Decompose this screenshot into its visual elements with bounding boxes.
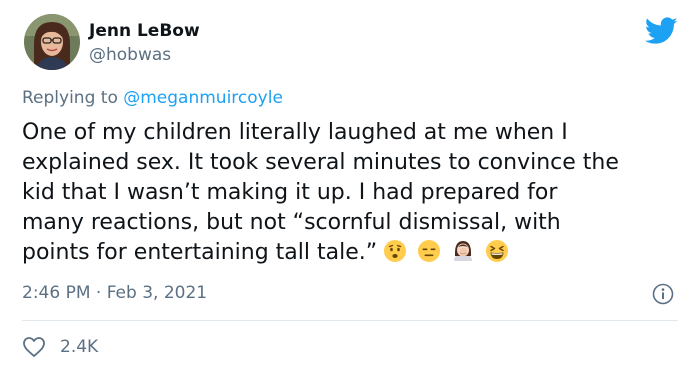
tweet-text: One of my children literally laughed at …: [22, 118, 687, 272]
divider: [22, 320, 678, 321]
info-icon[interactable]: [652, 283, 674, 305]
heart-outline-icon: [23, 337, 45, 357]
tweet-timestamp[interactable]: 2:46 PM · Feb 3, 2021: [22, 283, 207, 303]
expressionless-face-icon: [418, 240, 441, 262]
tweet-text-line: explained sex. It took several minutes t…: [22, 150, 619, 175]
tweet-text-line: kid that I wasn’t making it up. I had pr…: [22, 180, 558, 205]
author-handle[interactable]: @hobwas: [89, 45, 171, 65]
like-count: 2.4K: [60, 337, 99, 357]
tweet-card: Jenn LeBow @hobwas Replying to @meganmui…: [0, 0, 700, 373]
worried-face-icon: [384, 240, 407, 262]
reply-mention-link[interactable]: @meganmuircoyle: [123, 88, 283, 108]
reply-prefix: Replying to: [22, 88, 118, 108]
twitter-bird-icon[interactable]: [644, 17, 678, 45]
author-display-name[interactable]: Jenn LeBow: [89, 21, 200, 41]
tweet-text-line: many reactions, but not “scornful dismis…: [22, 210, 561, 235]
grinning-squinting-face-icon: [486, 240, 509, 262]
reply-context: Replying to @meganmuircoyle: [22, 88, 283, 108]
avatar-photo: [24, 14, 80, 70]
tweet-text-line: One of my children literally laughed at …: [22, 120, 568, 145]
emoji-group: [383, 239, 512, 272]
avatar[interactable]: [24, 14, 80, 70]
woman-facepalming-icon: [454, 241, 473, 261]
tweet-text-line: points for entertaining tall tale.”: [22, 240, 378, 265]
tweet-text-line-last: points for entertaining tall tale.”: [22, 238, 687, 272]
